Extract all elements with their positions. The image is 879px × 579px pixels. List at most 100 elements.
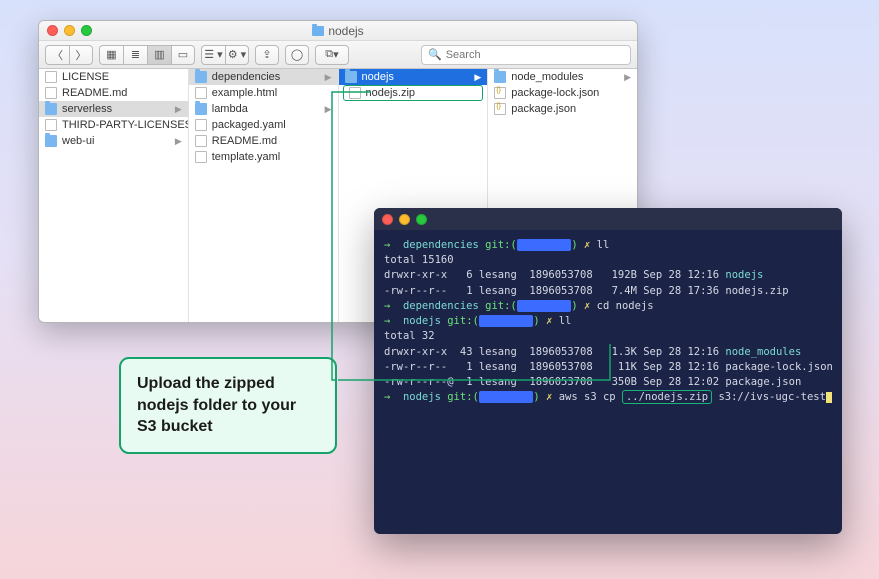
finder-item[interactable]: dependencies ▶ xyxy=(189,69,338,85)
finder-column[interactable]: LICENSE README.md serverless ▶ THIRD-PARTY-L… xyxy=(39,69,189,322)
terminal-titlebar xyxy=(374,208,842,230)
title-text: nodejs xyxy=(328,24,363,38)
file-icon xyxy=(195,135,207,147)
minimize-icon[interactable] xyxy=(399,214,410,225)
terminal-line: total 32 xyxy=(384,329,832,344)
callout-box: Upload the zipped nodejs folder to your … xyxy=(119,357,337,454)
close-icon[interactable] xyxy=(47,25,58,36)
finder-item-label: nodejs.zip xyxy=(366,87,416,99)
file-icon xyxy=(45,87,57,99)
finder-item[interactable]: web-ui▶ xyxy=(39,133,188,149)
chevron-right-icon: ▶ xyxy=(175,104,182,115)
view-icon-button[interactable]: ▦ xyxy=(99,45,123,65)
finder-item-label: dependencies xyxy=(212,71,281,83)
dropbox-icon: ⧉ xyxy=(325,48,333,61)
finder-item[interactable]: README.md xyxy=(39,85,188,101)
finder-item-label: package.json xyxy=(511,103,576,115)
terminal-line: → nodejs git:(xxxxxxxx) ✗ aws s3 cp ../n… xyxy=(384,390,832,405)
terminal-window: → dependencies git:(xxxxxxxx) ✗ lltotal … xyxy=(374,208,842,534)
file-icon xyxy=(349,87,361,99)
view-column-button[interactable]: ▥ xyxy=(147,45,171,65)
finder-item[interactable]: package-lock.json xyxy=(488,85,637,101)
view-list-button[interactable]: ≣ xyxy=(123,45,147,65)
finder-toolbar: 〈 〉 ▦ ≣ ▥ ▭ ☰ ▾ ⚙ ▾ ⇪ ◯ ⧉ ▾ 🔍 xyxy=(39,41,637,69)
finder-item[interactable]: nodejs.zip xyxy=(343,85,484,101)
close-icon[interactable] xyxy=(382,214,393,225)
tags-button[interactable]: ◯ xyxy=(285,45,309,65)
chevron-right-icon: ▶ xyxy=(325,72,332,83)
finder-item-label: README.md xyxy=(62,87,127,99)
terminal-line: -rw-r--r--@ 1 lesang 1896053708 350B Sep… xyxy=(384,375,832,390)
file-icon xyxy=(195,87,207,99)
terminal-line: → dependencies git:(xxxxxxxx) ✗ cd nodej… xyxy=(384,299,832,314)
finder-item-label: example.html xyxy=(212,87,277,99)
finder-item[interactable]: README.md xyxy=(189,133,338,149)
fold-icon xyxy=(45,103,57,115)
finder-item[interactable]: lambda ▶ xyxy=(189,101,338,117)
file-icon xyxy=(195,151,207,163)
dropbox-button[interactable]: ⧉ ▾ xyxy=(315,45,349,65)
finder-item-label: nodejs xyxy=(362,71,394,83)
finder-item-label: node_modules xyxy=(511,71,583,83)
terminal-line: -rw-r--r-- 1 lesang 1896053708 11K Sep 2… xyxy=(384,360,832,375)
window-title: nodejs xyxy=(39,24,637,38)
finder-item-label: template.yaml xyxy=(212,151,280,163)
pkg-icon xyxy=(494,87,506,99)
view-buttons: ▦ ≣ ▥ ▭ xyxy=(99,45,195,65)
fold-icon xyxy=(45,135,57,147)
finder-item[interactable]: template.yaml xyxy=(189,149,338,165)
terminal-line: drwxr-xr-x 6 lesang 1896053708 192B Sep … xyxy=(384,268,832,283)
minimize-icon[interactable] xyxy=(64,25,75,36)
folder-icon xyxy=(312,26,324,36)
terminal-line: → dependencies git:(xxxxxxxx) ✗ ll xyxy=(384,238,832,253)
fold-icon xyxy=(494,71,506,83)
finder-item[interactable]: THIRD-PARTY-LICENSES.txt xyxy=(39,117,188,133)
chevron-right-icon: ▶ xyxy=(175,136,182,147)
nav-buttons: 〈 〉 xyxy=(45,45,93,65)
search-icon: 🔍 xyxy=(428,48,442,61)
terminal-line: drwxr-xr-x 43 lesang 1896053708 1.3K Sep… xyxy=(384,345,832,360)
cursor-icon xyxy=(826,392,832,403)
fold-icon xyxy=(195,71,207,83)
zoom-icon[interactable] xyxy=(416,214,427,225)
finder-column[interactable]: dependencies ▶ example.html lambda ▶ packaged… xyxy=(189,69,339,322)
chevron-right-icon: ▶ xyxy=(474,72,481,83)
view-gallery-button[interactable]: ▭ xyxy=(171,45,195,65)
arrange-button[interactable]: ☰ ▾ xyxy=(201,45,225,65)
callout-text: Upload the zipped nodejs folder to your … xyxy=(137,375,296,435)
finder-item[interactable]: serverless ▶ xyxy=(39,101,188,117)
share-button[interactable]: ⇪ xyxy=(255,45,279,65)
finder-item-label: package-lock.json xyxy=(511,87,599,99)
file-icon xyxy=(195,119,207,131)
finder-item-label: packaged.yaml xyxy=(212,119,286,131)
finder-item-label: serverless xyxy=(62,103,112,115)
command-highlight: ../nodejs.zip xyxy=(622,390,712,404)
terminal-body[interactable]: → dependencies git:(xxxxxxxx) ✗ lltotal … xyxy=(374,230,842,534)
fold-icon xyxy=(345,71,357,83)
finder-item-label: LICENSE xyxy=(62,71,109,83)
finder-item-label: README.md xyxy=(212,135,277,147)
pkg-icon xyxy=(494,103,506,115)
finder-item-label: lambda xyxy=(212,103,248,115)
finder-item-label: THIRD-PARTY-LICENSES.txt xyxy=(62,119,189,131)
search-field[interactable]: 🔍 xyxy=(421,45,631,65)
finder-titlebar: nodejs xyxy=(39,21,637,41)
zoom-icon[interactable] xyxy=(81,25,92,36)
forward-button[interactable]: 〉 xyxy=(69,45,93,65)
finder-item[interactable]: nodejs ▶ xyxy=(339,69,488,85)
fold-icon xyxy=(195,103,207,115)
finder-item[interactable]: LICENSE xyxy=(39,69,188,85)
chevron-right-icon: ▶ xyxy=(624,72,631,83)
action-button[interactable]: ⚙ ▾ xyxy=(225,45,249,65)
terminal-line: -rw-r--r-- 1 lesang 1896053708 7.4M Sep … xyxy=(384,284,832,299)
finder-item[interactable]: package.json xyxy=(488,101,637,117)
file-icon xyxy=(45,71,57,83)
search-input[interactable] xyxy=(446,49,624,61)
finder-item[interactable]: packaged.yaml xyxy=(189,117,338,133)
finder-item[interactable]: node_modules ▶ xyxy=(488,69,637,85)
terminal-line: total 15160 xyxy=(384,253,832,268)
chevron-right-icon: ▶ xyxy=(325,104,332,115)
finder-item[interactable]: example.html xyxy=(189,85,338,101)
back-button[interactable]: 〈 xyxy=(45,45,69,65)
file-icon xyxy=(45,119,57,131)
